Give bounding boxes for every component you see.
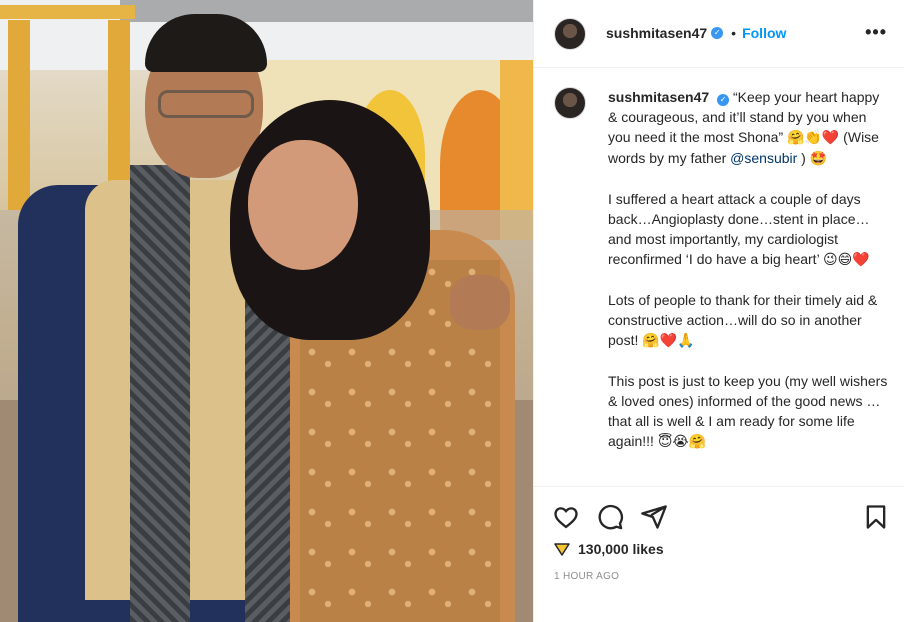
comment-icon[interactable] [596,503,624,531]
avatar[interactable] [554,87,586,119]
caption-text: This post is just to keep you (my well w… [608,373,888,449]
caption-paragraph: I suffered a heart attack a couple of da… [608,189,888,270]
caption-paragraph: Lots of people to thank for their timely… [608,290,888,351]
emoji-icon: 😉😄❤️ [823,252,870,268]
likes-emoji-icon [554,541,570,557]
username-link[interactable]: sushmitasen47 [606,25,707,41]
photo-scarf [130,165,190,622]
post-photo[interactable] [0,0,533,622]
verified-badge-icon: ✓ [711,27,724,39]
photo-beam [0,5,135,19]
likes-text: 130,000 likes [578,541,664,557]
caption-username[interactable]: sushmitasen47 [608,89,709,105]
emoji-icon: 🤩 [809,151,828,167]
post-actions: 130,000 likes 1 HOUR AGO [534,486,904,622]
follow-button[interactable]: Follow [742,25,786,41]
caption-paragraph: sushmitasen47 ✓ “Keep your heart happy &… [608,87,888,169]
bookmark-icon[interactable] [862,503,890,531]
caption-text: ) [797,150,810,166]
photo-woman-face [248,140,358,270]
separator-dot: • [731,25,737,41]
more-options-icon[interactable]: ••• [865,22,887,43]
photo-glasses [158,90,254,118]
post-header: sushmitasen47 ✓ • Follow ••• [534,0,904,68]
photo-hand [450,275,510,330]
emoji-icon: 😇😭🤗 [657,434,707,450]
emoji-icon: 🤗❤️🙏 [642,333,695,349]
heart-icon[interactable] [552,503,580,531]
verified-badge-icon: ✓ [717,94,730,106]
caption: sushmitasen47 ✓ “Keep your heart happy &… [608,87,888,472]
mention-link[interactable]: @sensubir [730,150,797,166]
likes-count[interactable]: 130,000 likes [554,541,664,557]
emoji-icon: 🤗👏❤️ [787,130,840,146]
post-side-panel: sushmitasen47 ✓ • Follow ••• sushmitasen… [533,0,904,622]
avatar[interactable] [554,18,586,50]
share-icon[interactable] [640,503,668,531]
header-user: sushmitasen47 ✓ • Follow [606,25,786,41]
caption-paragraph: This post is just to keep you (my well w… [608,371,888,452]
caption-area: sushmitasen47 ✓ “Keep your heart happy &… [534,69,904,485]
photo-pillar [8,20,30,210]
post-timestamp[interactable]: 1 HOUR AGO [554,571,619,582]
